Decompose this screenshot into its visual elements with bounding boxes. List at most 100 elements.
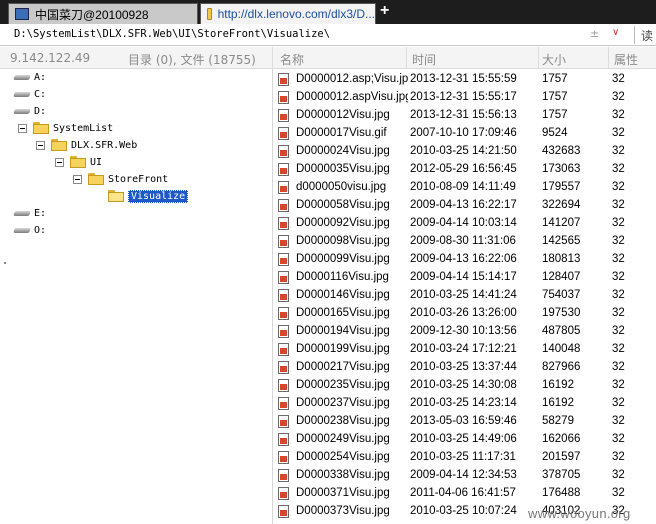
file-time: 2010-03-25 10:07:24: [410, 505, 517, 517]
file-name: D0000199Visu.jpg: [296, 343, 390, 355]
column-attr[interactable]: 属性: [614, 51, 638, 68]
file-row[interactable]: D0000058Visu.jpg 2009-04-13 16:22:17 32269…: [276, 197, 656, 215]
image-file-icon: [278, 325, 289, 338]
file-row[interactable]: D0000217Visu.jpg 2010-03-25 13:37:44 82796…: [276, 359, 656, 377]
file-time: 2010-03-25 14:49:06: [410, 433, 517, 445]
column-divider[interactable]: [272, 47, 273, 69]
image-file-icon: [278, 73, 289, 86]
image-file-icon: [278, 253, 289, 266]
tree-drive-o[interactable]: O:: [14, 222, 46, 238]
file-attr: 32: [612, 487, 625, 499]
file-row[interactable]: D0000116Visu.jpg 2009-04-14 15:14:17 12840…: [276, 269, 656, 287]
collapse-icon[interactable]: [18, 123, 27, 133]
file-row[interactable]: D0000238Visu.jpg 2013-05-03 16:59:46 58279…: [276, 413, 656, 431]
file-row[interactable]: D0000194Visu.jpg 2009-12-30 10:13:56 48780…: [276, 323, 656, 341]
tree-folder-ui[interactable]: UI: [55, 154, 102, 170]
file-time: 2009-08-30 11:31:06: [410, 235, 516, 247]
file-row[interactable]: D0000012.aspVisu.jpg 2013-12-31 15:55:17 1…: [276, 89, 656, 107]
file-row[interactable]: D0000254Visu.jpg 2010-03-25 11:17:31 20159…: [276, 449, 656, 467]
image-file-icon: [278, 451, 289, 464]
file-attr: 32: [612, 325, 625, 337]
file-row[interactable]: D0000012Visu.jpg 2013-12-31 15:56:13 1757 3…: [276, 107, 656, 125]
tab-label: http://dlx.lenovo.com/dlx3/D...: [217, 7, 375, 21]
image-file-icon: [278, 379, 289, 392]
column-name[interactable]: 名称: [280, 51, 304, 68]
file-row[interactable]: D0000098Visu.jpg 2009-08-30 11:31:06 14256…: [276, 233, 656, 251]
file-row[interactable]: D0000165Visu.jpg 2010-03-26 13:26:00 19753…: [276, 305, 656, 323]
file-size: 1757: [542, 73, 568, 85]
folder-icon: [88, 173, 104, 185]
file-row[interactable]: D0000199Visu.jpg 2010-03-24 17:12:21 14004…: [276, 341, 656, 359]
tree-drive-d[interactable]: D:: [14, 103, 46, 119]
column-size[interactable]: 大小: [542, 51, 566, 68]
tree-label: E:: [34, 207, 47, 219]
tree-folder-systemlist[interactable]: SystemList: [18, 120, 113, 136]
file-attr: 32: [612, 343, 625, 355]
file-size: 827966: [542, 361, 581, 373]
file-row[interactable]: D0000371Visu.jpg 2011-04-06 16:41:57 17648…: [276, 485, 656, 503]
file-time: 2010-03-26 13:26:00: [410, 307, 517, 319]
file-attr: 32: [612, 163, 625, 175]
file-row[interactable]: D0000146Visu.jpg 2010-03-25 14:41:24 75403…: [276, 287, 656, 305]
file-row[interactable]: D0000338Visu.jpg 2009-04-14 12:34:53 37870…: [276, 467, 656, 485]
tree-label: DLX.SFR.Web: [71, 139, 138, 151]
collapse-icon[interactable]: [73, 174, 82, 184]
collapse-icon[interactable]: [55, 157, 64, 167]
pane-splitter[interactable]: [272, 69, 273, 524]
tree-drive-c[interactable]: C:: [14, 86, 46, 102]
file-row[interactable]: D0000092Visu.jpg 2009-04-14 10:03:14 14120…: [276, 215, 656, 233]
file-attr: 32: [612, 379, 625, 391]
tree-folder-storefront[interactable]: StoreFront: [73, 171, 168, 187]
file-row[interactable]: D0000012.asp;Visu.jpg 2013-12-31 15:55:59…: [276, 71, 656, 89]
path-up-button[interactable]: ±: [590, 27, 599, 40]
file-size: 754037: [542, 289, 581, 301]
file-name: D0000217Visu.jpg: [296, 361, 390, 373]
drive-icon: [14, 209, 30, 217]
file-size: 180813: [542, 253, 581, 265]
tab-label: 中国菜刀@20100928: [35, 7, 149, 22]
file-row[interactable]: d0000050visu.jpg 2010-08-09 14:11:49 17955…: [276, 179, 656, 197]
image-file-icon: [278, 361, 289, 374]
tree-drive-a[interactable]: A:: [14, 69, 46, 85]
tree-label: A:: [34, 71, 47, 83]
tree-drive-e[interactable]: E:: [14, 205, 46, 221]
file-size: 141207: [542, 217, 581, 229]
column-time[interactable]: 时间: [412, 51, 436, 68]
file-name: D0000235Visu.jpg: [296, 379, 390, 391]
chevron-down-icon[interactable]: ∨: [612, 27, 619, 38]
column-divider[interactable]: [538, 47, 539, 69]
tree-folder-visualize[interactable]: Visualize: [108, 188, 189, 204]
new-tab-button[interactable]: +: [380, 2, 389, 20]
file-row[interactable]: D0000017Visu.gif 2007-10-10 17:09:46 9524 3…: [276, 125, 656, 143]
file-row[interactable]: D0000237Visu.jpg 2010-03-25 14:23:14 16192…: [276, 395, 656, 413]
tab-url[interactable]: http://dlx.lenovo.com/dlx3/D...: [200, 3, 376, 24]
drive-icon: [14, 90, 30, 98]
file-size: 378705: [542, 469, 581, 481]
collapse-icon[interactable]: [36, 140, 45, 150]
watermark: www.wooyun.org: [528, 506, 631, 521]
tree-label: SystemList: [53, 122, 114, 134]
file-row[interactable]: D0000024Visu.jpg 2010-03-25 14:21:50 43268…: [276, 143, 656, 161]
file-time: 2011-04-06 16:41:57: [410, 487, 516, 499]
file-attr: 32: [612, 271, 625, 283]
file-size: 487805: [542, 325, 581, 337]
file-row[interactable]: D0000099Visu.jpg 2009-04-13 16:22:06 18081…: [276, 251, 656, 269]
file-row[interactable]: D0000035Visu.jpg 2012-05-29 16:56:45 17306…: [276, 161, 656, 179]
file-time: 2009-12-30 10:13:56: [410, 325, 517, 337]
tab-chopper[interactable]: 中国菜刀@20100928: [8, 3, 198, 24]
path-input[interactable]: D:\SystemList\DLX.SFR.Web\UI\StoreFront\…: [14, 28, 330, 40]
tree-label-selected: Visualize: [128, 189, 189, 203]
tree-folder-dlx-sfr-web[interactable]: DLX.SFR.Web: [36, 137, 137, 153]
file-attr: 32: [612, 199, 625, 211]
file-attr: 32: [612, 253, 625, 265]
file-row[interactable]: D0000235Visu.jpg 2010-03-25 14:30:08 16192…: [276, 377, 656, 395]
column-divider[interactable]: [406, 47, 407, 69]
read-button[interactable]: 读: [641, 27, 653, 44]
column-divider[interactable]: [608, 47, 609, 69]
folder-icon: [51, 139, 67, 151]
file-time: 2010-03-25 14:21:50: [410, 145, 517, 157]
dir-summary: 目录 (0), 文件 (18755): [128, 53, 256, 67]
file-name: D0000058Visu.jpg: [296, 199, 390, 211]
file-row[interactable]: D0000249Visu.jpg 2010-03-25 14:49:06 16206…: [276, 431, 656, 449]
tab-bar: 中国菜刀@20100928 http://dlx.lenovo.com/dlx3…: [0, 0, 656, 24]
